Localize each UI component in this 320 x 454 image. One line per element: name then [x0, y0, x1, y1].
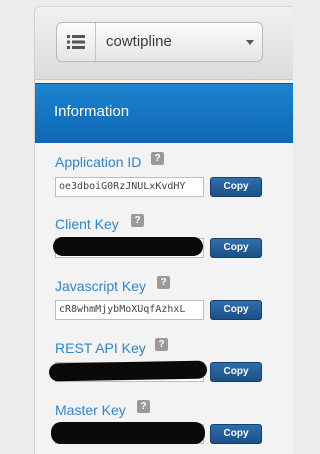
application-id-label: Application ID — [55, 154, 142, 170]
copy-application-id-button[interactable]: Copy — [210, 177, 262, 197]
app-name: cowtipline — [106, 33, 172, 50]
information-header: Information — [35, 83, 293, 143]
copy-javascript-key-button[interactable]: Copy — [210, 300, 262, 320]
redaction-mark — [48, 360, 208, 382]
master-key-label: Master Key — [55, 402, 126, 418]
section-title: Information — [54, 103, 130, 120]
copy-rest-api-key-button[interactable]: Copy — [210, 362, 262, 382]
redaction-mark — [51, 422, 205, 444]
question-icon[interactable]: ? — [155, 338, 168, 351]
javascript-key-label: Javascript Key — [55, 278, 147, 294]
app-panel: cowtipline Information Application ID ? … — [34, 6, 293, 454]
caret-down-icon — [246, 40, 254, 45]
javascript-key-field[interactable]: cR8whmMjybMoXUqfAzhxL — [55, 300, 204, 320]
top-bar: cowtipline — [35, 7, 293, 80]
question-icon[interactable]: ? — [151, 152, 164, 165]
question-icon[interactable]: ? — [137, 400, 150, 413]
application-id-field[interactable]: oe3dboiG0RzJNULxKvdHY — [55, 177, 204, 197]
question-icon[interactable]: ? — [157, 276, 170, 289]
client-key-label: Client Key — [55, 216, 119, 232]
copy-master-key-button[interactable]: Copy — [210, 424, 262, 444]
app-selector[interactable]: cowtipline — [56, 22, 263, 62]
copy-client-key-button[interactable]: Copy — [210, 238, 262, 258]
rest-api-key-label: REST API Key — [55, 340, 146, 356]
list-icon[interactable] — [57, 23, 96, 61]
redaction-mark — [53, 237, 203, 256]
question-icon[interactable]: ? — [131, 214, 144, 227]
